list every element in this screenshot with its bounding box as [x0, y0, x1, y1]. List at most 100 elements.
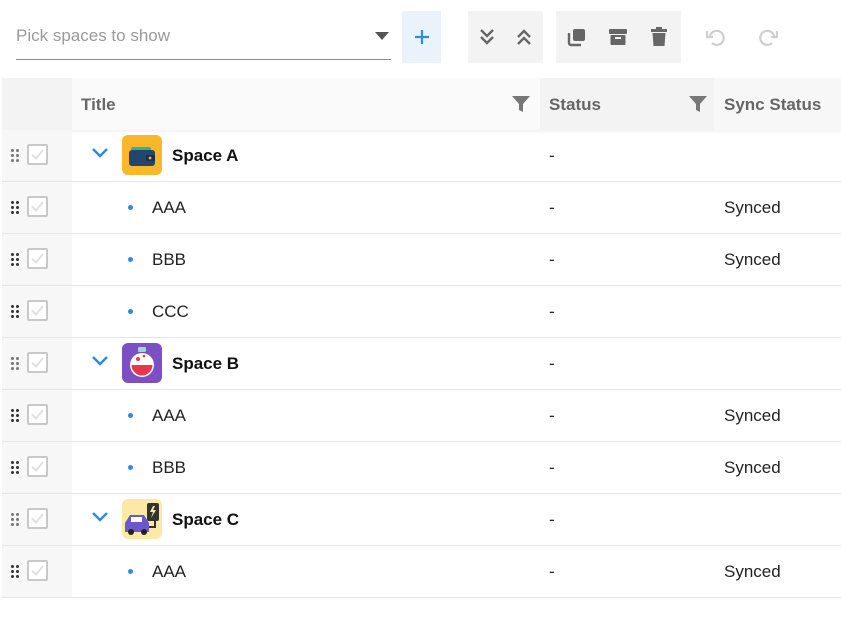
trash-icon [650, 27, 667, 46]
item-name[interactable]: BBB [152, 250, 186, 270]
ev-car-charging-icon [122, 499, 162, 539]
chevron-down-icon[interactable] [91, 147, 109, 159]
drag-handle-icon[interactable] [11, 409, 19, 422]
drag-handle-icon[interactable] [11, 461, 19, 474]
expand-collapse-group [468, 11, 543, 63]
bullet-icon [128, 205, 133, 210]
caret-down-icon[interactable] [375, 32, 389, 40]
item-name[interactable]: AAA [152, 406, 186, 426]
potion-icon [122, 343, 162, 383]
status-cell: - [549, 458, 555, 477]
check-icon [31, 357, 44, 368]
header-sync-status-label: Sync Status [724, 95, 822, 114]
drag-handle-icon[interactable] [11, 253, 19, 266]
bullet-icon [128, 413, 133, 418]
space-name[interactable]: Space C [172, 510, 239, 530]
row-checkbox[interactable] [27, 144, 48, 165]
space-name[interactable]: Space B [172, 354, 239, 374]
filter-icon[interactable] [512, 96, 530, 112]
row-select-cell [2, 494, 72, 545]
status-cell: - [549, 198, 555, 217]
drag-handle-icon[interactable] [11, 149, 19, 162]
table-body: Space A - AAA - Synced BBB - Synced CCC - Space B -… [2, 130, 841, 598]
duplicate-button[interactable] [556, 11, 597, 63]
chevron-down-icon[interactable] [91, 355, 109, 367]
archive-button[interactable] [597, 11, 638, 63]
drag-handle-icon[interactable] [11, 565, 19, 578]
header-title-column[interactable]: Title [72, 78, 540, 130]
check-icon [31, 201, 44, 212]
toolbar: Pick spaces to show [0, 0, 841, 75]
drag-handle-icon[interactable] [11, 305, 19, 318]
table-row[interactable]: AAA - Synced [2, 390, 841, 442]
row-select-cell [2, 442, 72, 493]
row-select-cell [2, 182, 72, 233]
row-checkbox[interactable] [27, 404, 48, 425]
row-checkbox[interactable] [27, 196, 48, 217]
row-select-cell [2, 390, 72, 441]
header-status-label: Status [549, 95, 601, 114]
status-cell: - [549, 146, 555, 165]
drag-handle-icon[interactable] [11, 201, 19, 214]
delete-button[interactable] [638, 11, 679, 63]
space-row[interactable]: Space B - [2, 338, 841, 390]
undo-icon [706, 29, 725, 46]
bullet-icon [128, 465, 133, 470]
header-select-column [2, 78, 72, 130]
check-icon [31, 409, 44, 420]
table-row[interactable]: BBB - Synced [2, 442, 841, 494]
space-picker-placeholder: Pick spaces to show [16, 26, 171, 45]
row-checkbox[interactable] [27, 300, 48, 321]
table-row[interactable]: CCC - [2, 286, 841, 338]
check-icon [31, 461, 44, 472]
check-icon [31, 149, 44, 160]
status-cell: - [549, 406, 555, 425]
table-row[interactable]: AAA - Synced [2, 182, 841, 234]
expand-all-button[interactable] [468, 11, 505, 63]
space-row[interactable]: Space C - [2, 494, 841, 546]
table-row[interactable]: AAA - Synced [2, 546, 841, 598]
space-name[interactable]: Space A [172, 146, 238, 166]
wallet-icon [122, 135, 162, 175]
add-button[interactable] [402, 11, 441, 63]
bullet-icon [128, 309, 133, 314]
sync-status-cell: Synced [724, 562, 781, 581]
row-checkbox[interactable] [27, 456, 48, 477]
item-name[interactable]: AAA [152, 198, 186, 218]
header-sync-status-column[interactable]: Sync Status [714, 78, 841, 130]
status-cell: - [549, 250, 555, 269]
undo-button[interactable] [696, 11, 736, 63]
sync-status-cell: Synced [724, 458, 781, 477]
bullet-icon [128, 257, 133, 262]
item-name[interactable]: AAA [152, 562, 186, 582]
row-select-cell [2, 234, 72, 285]
sync-status-cell: Synced [724, 250, 781, 269]
item-name[interactable]: CCC [152, 302, 189, 322]
filter-icon[interactable] [689, 96, 707, 112]
row-checkbox[interactable] [27, 248, 48, 269]
space-picker[interactable]: Pick spaces to show [16, 12, 391, 60]
archive-icon [608, 29, 627, 45]
header-status-column[interactable]: Status [540, 78, 714, 130]
space-row[interactable]: Space A - [2, 130, 841, 182]
row-checkbox[interactable] [27, 560, 48, 581]
item-name[interactable]: BBB [152, 458, 186, 478]
collapse-all-button[interactable] [505, 11, 542, 63]
status-cell: - [549, 354, 555, 373]
check-icon [31, 565, 44, 576]
row-checkbox[interactable] [27, 508, 48, 529]
redo-button[interactable] [748, 11, 788, 63]
status-cell: - [549, 510, 555, 529]
row-checkbox[interactable] [27, 352, 48, 373]
sync-status-cell: Synced [724, 198, 781, 217]
bulk-actions-group [556, 11, 681, 63]
drag-handle-icon[interactable] [11, 513, 19, 526]
bullet-icon [128, 569, 133, 574]
chevron-down-icon[interactable] [91, 511, 109, 523]
double-chevron-up-icon [516, 29, 531, 45]
drag-handle-icon[interactable] [11, 357, 19, 370]
redo-icon [759, 29, 778, 46]
double-chevron-down-icon [479, 29, 494, 45]
check-icon [31, 513, 44, 524]
table-row[interactable]: BBB - Synced [2, 234, 841, 286]
